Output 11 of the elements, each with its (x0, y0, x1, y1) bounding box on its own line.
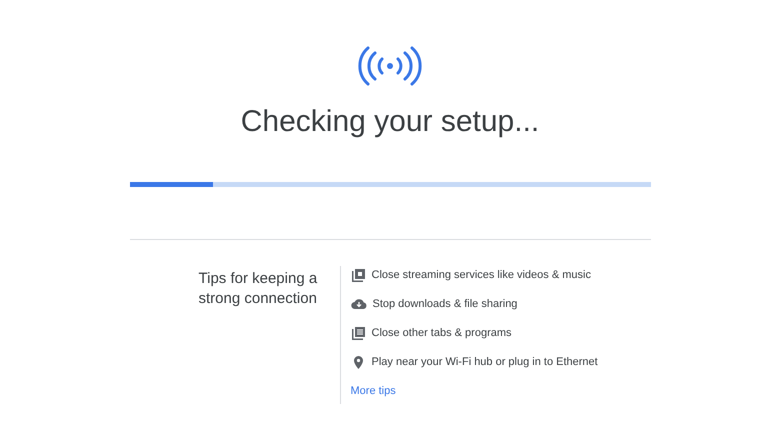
tips-heading: Tips for keeping a strong connection (198, 269, 318, 309)
more-tips-link[interactable]: More tips (350, 385, 396, 397)
tip-text: Close streaming services like videos & music (372, 269, 591, 281)
tip-text: Stop downloads & file sharing (372, 298, 518, 310)
media-stack-icon (350, 268, 366, 282)
broadcast-signal-icon (358, 44, 422, 88)
tabs-stack-icon (350, 326, 366, 340)
page-title: Checking your setup... (240, 104, 540, 140)
tip-text: Play near your Wi-Fi hub or plug in to Ethernet (372, 356, 598, 368)
tip-text: Close other tabs & programs (372, 327, 512, 339)
cloud-download-icon (350, 298, 366, 310)
